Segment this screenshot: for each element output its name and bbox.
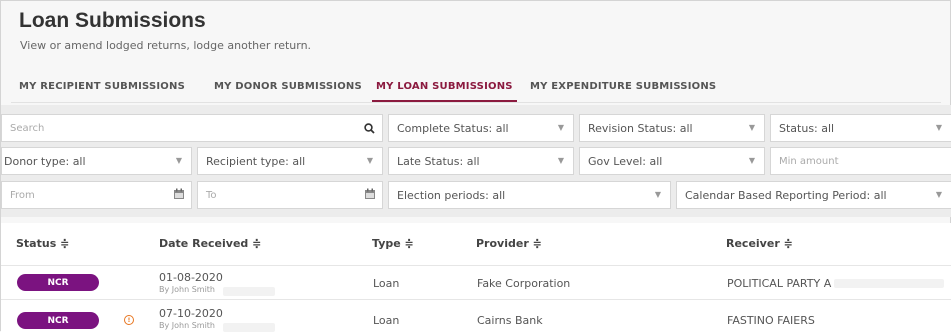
- chevron-down-icon: ▼: [748, 156, 755, 165]
- min-amount-input[interactable]: Min amount: [770, 147, 951, 175]
- chevron-down-icon: ▼: [654, 190, 661, 199]
- election-periods-value: Election periods: all: [397, 188, 506, 202]
- page-subtitle: View or amend lodged returns, lodge anot…: [20, 39, 312, 52]
- late-status-value: Late Status: all: [397, 154, 480, 168]
- status-badge[interactable]: NCR: [17, 274, 99, 291]
- type-cell: Loan: [373, 314, 400, 327]
- column-header-receiver[interactable]: Receiver ≑: [726, 237, 793, 250]
- chevron-down-icon: ▼: [557, 123, 564, 132]
- calendar-reporting-period-select[interactable]: Calendar Based Reporting Period: all ▼: [676, 181, 951, 209]
- complete-status-select[interactable]: Complete Status: all ▼: [388, 114, 574, 142]
- to-date-placeholder: To: [206, 189, 217, 201]
- submission-tabs: MY RECIPIENT SUBMISSIONS MY DONOR SUBMIS…: [11, 71, 941, 103]
- provider-cell: Fake Corporation: [477, 277, 571, 290]
- status-select[interactable]: Status: all ▼: [770, 114, 951, 142]
- search-icon: [363, 122, 375, 134]
- min-amount-placeholder: Min amount: [779, 155, 839, 167]
- from-date-placeholder: From: [10, 189, 35, 201]
- revision-status-select[interactable]: Revision Status: all ▼: [579, 114, 765, 142]
- complete-status-value: Complete Status: all: [397, 121, 509, 135]
- receiver-cell: FASTINO FAIERS: [727, 314, 815, 327]
- chevron-down-icon: ▼: [935, 190, 942, 199]
- date-received-value: 07-10-2020: [159, 307, 223, 320]
- search-input[interactable]: Search: [1, 114, 383, 142]
- late-status-select[interactable]: Late Status: all ▼: [388, 147, 574, 175]
- chevron-down-icon: ▼: [366, 156, 373, 165]
- date-received-value: 01-08-2020: [159, 271, 223, 284]
- provider-cell: Cairns Bank: [477, 314, 543, 327]
- search-placeholder: Search: [10, 122, 45, 134]
- tab-donor-submissions[interactable]: MY DONOR SUBMISSIONS: [214, 81, 362, 92]
- page-title: Loan Submissions: [19, 9, 206, 32]
- active-tab-indicator: [372, 100, 517, 102]
- recipient-type-select[interactable]: Recipient type: all ▼: [197, 147, 383, 175]
- election-periods-select[interactable]: Election periods: all ▼: [388, 181, 671, 209]
- type-cell: Loan: [373, 277, 400, 290]
- calendar-icon[interactable]: [364, 188, 376, 203]
- redacted-block: [223, 287, 275, 296]
- tab-loan-submissions[interactable]: MY LOAN SUBMISSIONS: [376, 81, 513, 92]
- donor-type-value: Donor type: all: [4, 154, 86, 168]
- column-header-type[interactable]: Type ≑: [372, 237, 414, 250]
- donor-type-select[interactable]: Donor type: all ▼: [1, 147, 192, 175]
- search-button[interactable]: [356, 114, 382, 142]
- column-header-date-received[interactable]: Date Received ≑: [159, 237, 261, 250]
- submitted-by: By John Smith: [159, 321, 216, 330]
- warning-icon: !: [124, 315, 134, 325]
- calendar-reporting-period-value: Calendar Based Reporting Period: all: [685, 188, 887, 202]
- tab-recipient-submissions[interactable]: MY RECIPIENT SUBMISSIONS: [19, 81, 185, 92]
- date-received-cell: 01-08-2020 By John Smith: [159, 271, 223, 294]
- filter-panel: Search Complete Status: all ▼ Revision S…: [1, 105, 951, 217]
- to-date-input[interactable]: To: [197, 181, 383, 209]
- date-received-cell: 07-10-2020 By John Smith: [159, 307, 223, 330]
- revision-status-value: Revision Status: all: [588, 121, 693, 135]
- submitted-by: By John Smith: [159, 285, 216, 294]
- chevron-down-icon: ▼: [557, 156, 564, 165]
- gov-level-select[interactable]: Gov Level: all ▼: [579, 147, 765, 175]
- from-date-input[interactable]: From: [1, 181, 192, 209]
- chevron-down-icon: ▼: [175, 156, 182, 165]
- submissions-table: Status ≑ Date Received ≑ Type ≑ Provider…: [1, 223, 951, 332]
- calendar-icon[interactable]: [173, 188, 185, 203]
- redacted-block: [834, 279, 944, 288]
- chevron-down-icon: ▼: [748, 123, 755, 132]
- status-value: Status: all: [779, 121, 835, 135]
- column-header-status[interactable]: Status ≑: [16, 237, 69, 250]
- tab-expenditure-submissions[interactable]: MY EXPENDITURE SUBMISSIONS: [530, 81, 716, 92]
- row-divider: [1, 299, 951, 300]
- recipient-type-value: Recipient type: all: [206, 154, 306, 168]
- receiver-cell: POLITICAL PARTY A: [727, 277, 832, 290]
- status-badge[interactable]: NCR: [17, 312, 99, 329]
- header-divider: [1, 265, 951, 266]
- column-header-provider[interactable]: Provider ≑: [476, 237, 542, 250]
- chevron-down-icon: ▼: [935, 123, 942, 132]
- page-frame: Loan Submissions View or amend lodged re…: [0, 0, 951, 332]
- gov-level-value: Gov Level: all: [588, 154, 663, 168]
